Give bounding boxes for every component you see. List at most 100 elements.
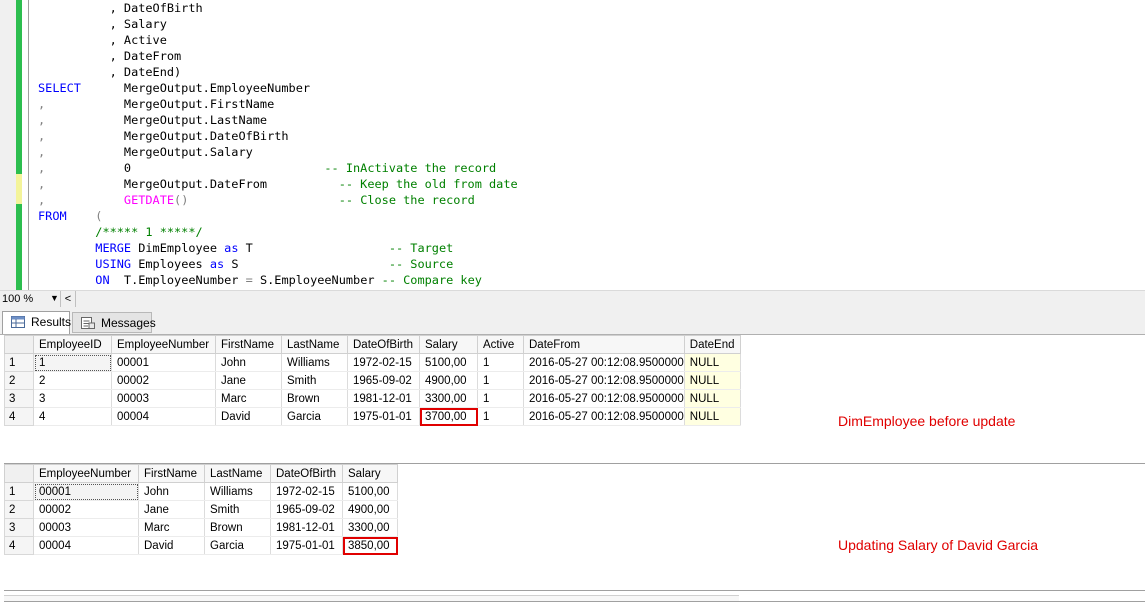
column-header[interactable]: LastName (281, 335, 348, 354)
grid-cell[interactable]: Marc (215, 389, 282, 408)
column-header[interactable]: Salary (419, 335, 478, 354)
grid-cell[interactable]: 3300,00 (342, 518, 398, 537)
grid-cell[interactable]: David (215, 407, 282, 426)
grid-cell[interactable]: 3300,00 (419, 389, 478, 408)
grid-cell[interactable]: David (138, 536, 205, 555)
results-table[interactable]: EmployeeID EmployeeNumber FirstName LastNam… (4, 335, 741, 426)
grid-cell[interactable]: 2016-05-27 00:12:08.9500000 (523, 371, 685, 390)
grid-cell[interactable]: 2016-05-27 00:12:08.9500000 (523, 353, 685, 372)
column-header[interactable]: Salary (342, 464, 398, 483)
grid-cell[interactable]: 1975-01-01 (347, 407, 420, 426)
column-header[interactable]: DateOfBirth (270, 464, 343, 483)
grid-cell[interactable]: 1972-02-15 (347, 353, 420, 372)
grid-cell[interactable]: Jane (215, 371, 282, 390)
tab-results[interactable]: Results (2, 311, 71, 334)
grid-cell[interactable]: 3 (33, 389, 112, 408)
grid-cell[interactable]: 5100,00 (419, 353, 478, 372)
row-number[interactable]: 1 (4, 482, 34, 501)
code-line[interactable]: , GETDATE() -- Close the record (38, 192, 475, 208)
results-grid-1[interactable]: EmployeeID EmployeeNumber FirstName LastNam… (4, 335, 1145, 464)
code-line[interactable]: ON T.EmployeeNumber = S.EmployeeNumber -… (38, 272, 482, 288)
column-header[interactable]: LastName (204, 464, 271, 483)
grid-cell[interactable]: Garcia (204, 536, 271, 555)
code-line[interactable]: , MergeOutput.Salary (38, 144, 253, 160)
code-line[interactable]: , MergeOutput.FirstName (38, 96, 274, 112)
code-line[interactable]: , DateEnd) (38, 64, 182, 80)
query-editor[interactable]: , DateOfBirth , Salary , Active , DateFr… (0, 0, 1145, 290)
grid-cell[interactable]: 00001 (33, 482, 139, 501)
column-header[interactable]: DateFrom (523, 335, 685, 354)
grid-cell[interactable]: 00002 (111, 371, 216, 390)
code-line[interactable]: MERGE DimEmployee as T -- Target (38, 240, 453, 256)
grid-cell[interactable]: 00003 (111, 389, 216, 408)
column-header[interactable]: FirstName (215, 335, 282, 354)
grid-cell[interactable]: 2 (33, 371, 112, 390)
row-number[interactable]: 4 (4, 407, 34, 426)
grid-cell[interactable]: 00004 (111, 407, 216, 426)
column-header[interactable]: EmployeeID (33, 335, 112, 354)
results-grid-3[interactable] (4, 591, 1145, 602)
row-number[interactable]: 1 (4, 353, 34, 372)
grid-cell[interactable]: 00002 (33, 500, 139, 519)
grid-corner[interactable] (4, 335, 34, 354)
code-line[interactable]: , MergeOutput.DateOfBirth (38, 128, 289, 144)
grid-cell[interactable]: 00003 (33, 518, 139, 537)
grid-cell[interactable]: Smith (204, 500, 271, 519)
code-line[interactable]: , MergeOutput.DateFrom -- Keep the old f… (38, 176, 518, 192)
grid-cell[interactable]: John (215, 353, 282, 372)
grid-cell[interactable]: NULL (684, 389, 741, 408)
zoom-level[interactable]: 100 % (2, 293, 33, 305)
column-header[interactable]: EmployeeNumber (33, 464, 139, 483)
highlighted-salary-cell[interactable]: 3850,00 (342, 536, 398, 555)
code-line[interactable]: /***** 1 *****/ (38, 224, 202, 240)
code-line[interactable]: SELECT MergeOutput.EmployeeNumber (38, 80, 310, 96)
grid-cell[interactable]: John (138, 482, 205, 501)
zoom-dropdown-icon[interactable]: ▼ (50, 293, 59, 303)
grid-cell[interactable]: 1972-02-15 (270, 482, 343, 501)
grid-cell[interactable]: 4900,00 (342, 500, 398, 519)
row-number[interactable]: 4 (4, 536, 34, 555)
code-line[interactable]: , Salary (38, 16, 167, 32)
grid-cell[interactable]: 1 (33, 353, 112, 372)
table-row[interactable]: 4 00004 David Garcia 1975-01-01 3850,00 (4, 536, 398, 555)
code-line[interactable]: , Active (38, 32, 167, 48)
table-row[interactable]: 1 00001 John Williams 1972-02-15 5100,00 (4, 482, 398, 501)
grid-cell[interactable]: Brown (204, 518, 271, 537)
results-grid-2[interactable]: EmployeeNumber FirstName LastName DateOfBir… (4, 464, 1145, 591)
grid-cell[interactable]: 1 (477, 407, 524, 426)
grid-corner[interactable] (4, 464, 34, 483)
scroll-left-icon[interactable]: < (60, 291, 76, 307)
column-header[interactable]: DateOfBirth (347, 335, 420, 354)
grid-cell[interactable]: Jane (138, 500, 205, 519)
grid-cell[interactable]: 1975-01-01 (270, 536, 343, 555)
grid-cell[interactable]: Garcia (281, 407, 348, 426)
table-row[interactable]: 1 1 00001 John Williams 1972-02-15 5100,00 1 201… (4, 353, 741, 372)
grid-cell[interactable]: 2016-05-27 00:12:08.9500000 (523, 407, 685, 426)
row-number[interactable]: 2 (4, 500, 34, 519)
code-line[interactable]: USING Employees as S -- Source (38, 256, 453, 272)
table-row[interactable]: 4 4 00004 David Garcia 1975-01-01 3700,00 1 2016… (4, 407, 741, 426)
results-table[interactable]: EmployeeNumber FirstName LastName DateOfBir… (4, 464, 398, 555)
code-line[interactable]: , 0 -- InActivate the record (38, 160, 496, 176)
grid-cell[interactable]: 1965-09-02 (270, 500, 343, 519)
tab-messages[interactable]: Messages (72, 312, 156, 333)
code-line[interactable]: FROM ( (38, 208, 102, 224)
table-row[interactable]: 3 3 00003 Marc Brown 1981-12-01 3300,00 1 2016-0… (4, 389, 741, 408)
grid-cell[interactable]: 1 (477, 353, 524, 372)
grid-cell[interactable]: 1981-12-01 (347, 389, 420, 408)
grid-cell[interactable]: 1965-09-02 (347, 371, 420, 390)
row-number[interactable]: 3 (4, 389, 34, 408)
grid-cell[interactable]: NULL (684, 353, 741, 372)
grid-cell[interactable]: Williams (281, 353, 348, 372)
grid-cell[interactable]: Brown (281, 389, 348, 408)
grid-cell[interactable]: 4900,00 (419, 371, 478, 390)
code-line[interactable]: , DateFrom (38, 48, 182, 64)
column-header[interactable]: DateEnd (683, 335, 741, 354)
grid-cell[interactable]: 00001 (111, 353, 216, 372)
code-line[interactable]: , DateOfBirth (38, 0, 203, 16)
grid-cell[interactable]: 2016-05-27 00:12:08.9500000 (523, 389, 685, 408)
grid-cell[interactable]: Williams (204, 482, 271, 501)
highlighted-salary-cell[interactable]: 3700,00 (419, 407, 478, 426)
grid-cell[interactable]: NULL (684, 371, 741, 390)
column-header[interactable]: FirstName (138, 464, 205, 483)
